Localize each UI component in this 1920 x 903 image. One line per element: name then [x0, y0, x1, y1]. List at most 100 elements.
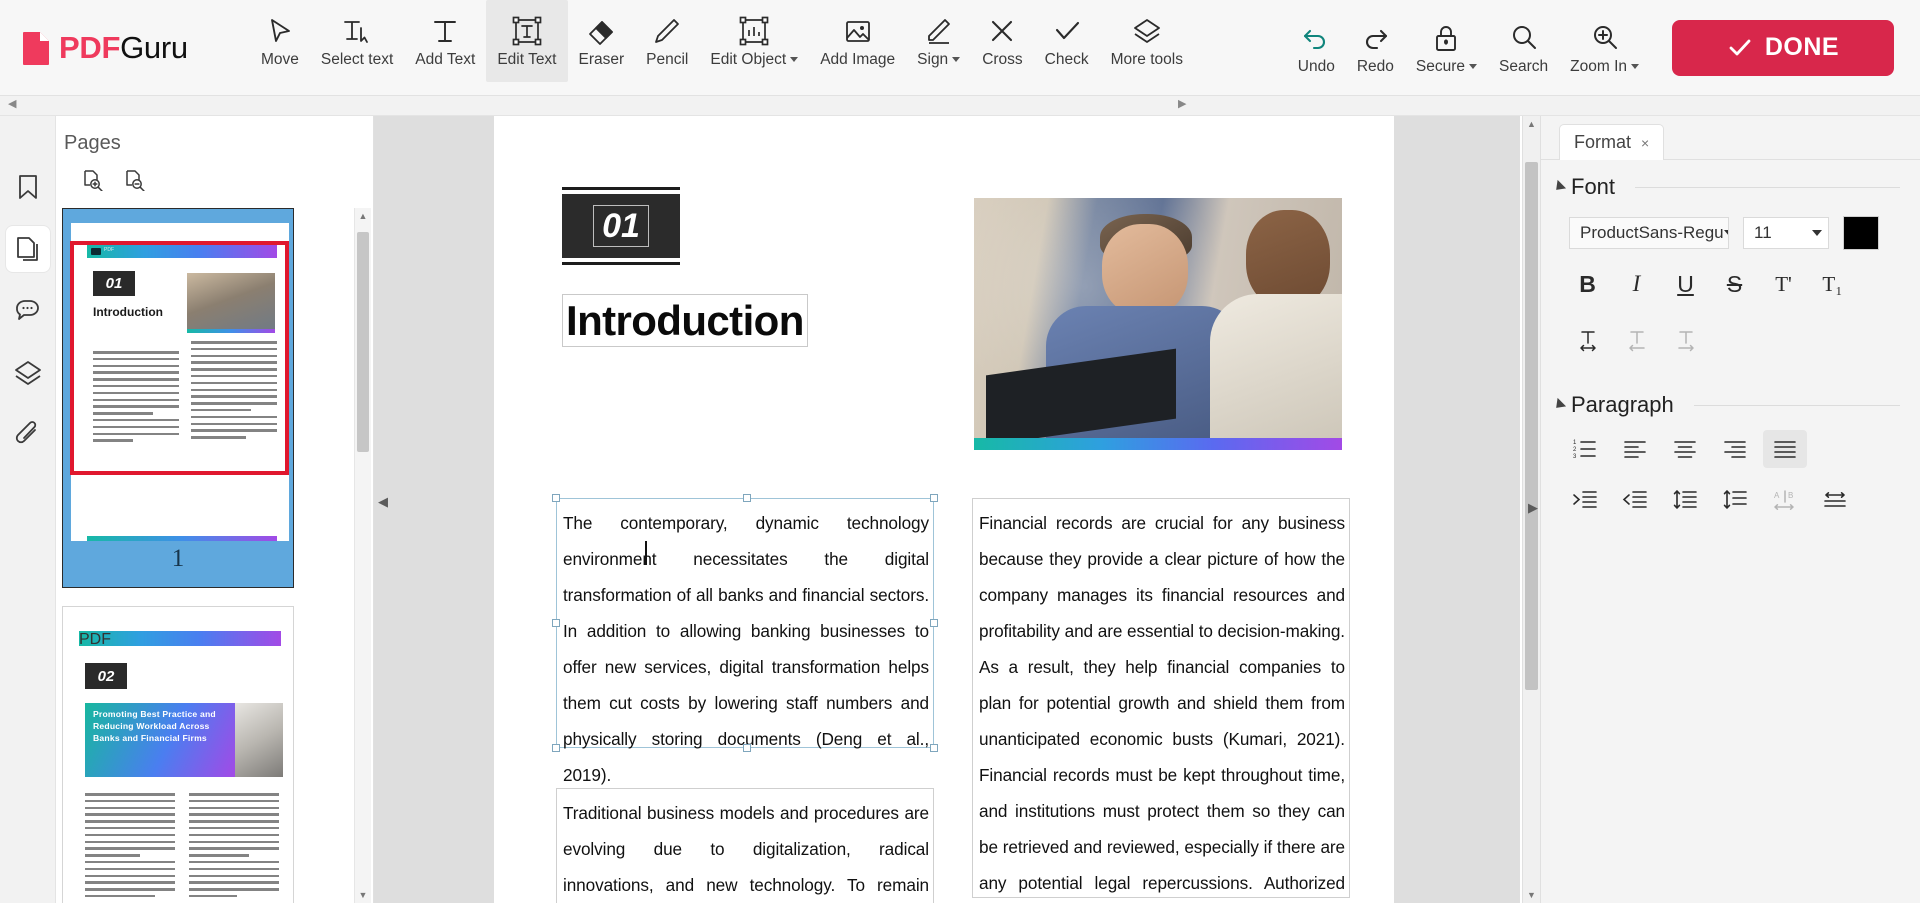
- thumbnail-heading: Introduction: [93, 305, 163, 319]
- font-color-swatch[interactable]: [1843, 216, 1879, 250]
- underline-button[interactable]: U: [1661, 262, 1710, 306]
- tool-edit-object[interactable]: Edit Object: [699, 0, 809, 82]
- resize-handle-ne[interactable]: [930, 494, 938, 502]
- font-size-select[interactable]: 11: [1743, 217, 1829, 249]
- thumbnail-ribbon: PDF: [79, 631, 281, 646]
- align-left-button[interactable]: [1613, 430, 1657, 468]
- resize-handle-n[interactable]: [743, 494, 751, 502]
- scroll-down-arrow[interactable]: ▼: [355, 887, 371, 903]
- scroll-up-arrow[interactable]: ▲: [355, 208, 371, 224]
- tool-select-text[interactable]: Select text: [310, 0, 404, 82]
- chevron-down-icon[interactable]: [1631, 64, 1639, 69]
- sidebar-item-layers[interactable]: [6, 350, 50, 396]
- collapse-triangle-icon: [1552, 398, 1566, 412]
- document-photo[interactable]: [974, 198, 1342, 450]
- tool-sign[interactable]: Sign: [906, 0, 971, 82]
- tool-secure[interactable]: Secure: [1405, 7, 1488, 89]
- paragraph-indent-buttons: A B: [1541, 468, 1920, 518]
- page-zoom-out-icon[interactable]: [124, 169, 146, 191]
- viewer-collapse-left-arrow[interactable]: ◀: [378, 494, 388, 510]
- chevron-down-icon[interactable]: [790, 57, 798, 62]
- collapse-viewer-arrow[interactable]: ▶: [1178, 97, 1186, 110]
- tool-redo[interactable]: Redo: [1346, 7, 1405, 89]
- numbered-list-button[interactable]: 1 2 3: [1563, 430, 1607, 468]
- font-section-header[interactable]: Font: [1541, 160, 1920, 200]
- document-page[interactable]: 01 Introduction The contemporary, dynami…: [494, 116, 1394, 903]
- tab-format-label: Format: [1574, 132, 1631, 153]
- page-zoom-in-icon[interactable]: [82, 169, 104, 191]
- sidebar-item-comments[interactable]: [6, 288, 50, 334]
- collapse-left-panel-arrow[interactable]: ◀: [8, 97, 16, 110]
- resize-handle-sw[interactable]: [552, 744, 560, 752]
- chevron-down-icon[interactable]: [952, 57, 960, 62]
- svg-text:1: 1: [1573, 440, 1577, 446]
- character-spacing-button[interactable]: [1563, 318, 1612, 362]
- page-thumbnail-list[interactable]: PDF 01 Introduction: [56, 208, 351, 903]
- decrease-indent-button[interactable]: [1613, 480, 1657, 518]
- resize-handle-nw[interactable]: [552, 494, 560, 502]
- increase-indent-button[interactable]: [1563, 480, 1607, 518]
- tool-search[interactable]: Search: [1488, 7, 1559, 89]
- superscript-button[interactable]: T': [1759, 262, 1808, 306]
- close-icon[interactable]: ×: [1641, 135, 1649, 151]
- text-block-left-1[interactable]: The contemporary, dynamic technology env…: [556, 498, 934, 748]
- align-right-button[interactable]: [1713, 430, 1757, 468]
- tool-move-label: Move: [261, 52, 299, 68]
- increase-character-spacing-button[interactable]: [1661, 318, 1710, 362]
- scroll-down-arrow[interactable]: ▼: [1523, 887, 1540, 903]
- tool-more-tools[interactable]: More tools: [1100, 0, 1194, 82]
- text-direction-button[interactable]: A B: [1763, 480, 1807, 518]
- document-section-badge[interactable]: 01: [562, 194, 680, 258]
- viewer-expand-right-arrow[interactable]: ▶: [1528, 500, 1538, 516]
- resize-handle-e[interactable]: [930, 619, 938, 627]
- paragraph-section-header[interactable]: Paragraph: [1541, 362, 1920, 418]
- done-button[interactable]: DONE: [1672, 20, 1894, 76]
- ribbon-label: PDF: [79, 631, 111, 648]
- chevron-down-icon[interactable]: [1469, 64, 1477, 69]
- tool-eraser[interactable]: Eraser: [568, 0, 636, 82]
- word-spacing-button[interactable]: [1813, 480, 1857, 518]
- text-block-right-1[interactable]: Financial records are crucial for any bu…: [972, 498, 1350, 898]
- font-family-select[interactable]: ProductSans-Regu: [1569, 217, 1729, 249]
- thumbnail-page-2[interactable]: PDF 02 Promoting Best Practice and Reduc…: [62, 606, 294, 903]
- align-center-button[interactable]: [1663, 430, 1707, 468]
- strikethrough-button[interactable]: S: [1710, 262, 1759, 306]
- tool-edit-text[interactable]: Edit Text: [486, 0, 567, 82]
- align-justify-button[interactable]: [1763, 430, 1807, 468]
- thumbnail-page-1[interactable]: PDF 01 Introduction: [62, 208, 294, 588]
- sidebar-item-pages[interactable]: [6, 226, 50, 272]
- paragraph-section-title: Paragraph: [1571, 392, 1674, 418]
- app-logo[interactable]: PDFGuru: [0, 30, 250, 66]
- tool-add-image[interactable]: Add Image: [809, 0, 906, 82]
- resize-handle-w[interactable]: [552, 619, 560, 627]
- decrease-character-spacing-button[interactable]: [1612, 318, 1661, 362]
- sidebar-item-attachments[interactable]: [6, 412, 50, 458]
- italic-button[interactable]: I: [1612, 262, 1661, 306]
- document-viewer[interactable]: 01 Introduction The contemporary, dynami…: [374, 116, 1520, 903]
- tool-pencil[interactable]: Pencil: [635, 0, 699, 82]
- tool-cross[interactable]: Cross: [971, 0, 1033, 82]
- tab-format[interactable]: Format ×: [1559, 124, 1664, 160]
- scrollbar-thumb[interactable]: [357, 232, 369, 452]
- resize-handle-s[interactable]: [743, 744, 751, 752]
- line-spacing-button[interactable]: [1663, 480, 1707, 518]
- bold-button[interactable]: B: [1563, 262, 1612, 306]
- document-heading[interactable]: Introduction: [562, 294, 808, 347]
- tool-undo[interactable]: Undo: [1287, 7, 1346, 89]
- sidebar-item-bookmarks[interactable]: [6, 164, 50, 210]
- thumbnail-scrollbar[interactable]: ▲ ▼: [354, 208, 371, 903]
- text-block-left-2[interactable]: Traditional business models and procedur…: [556, 788, 934, 903]
- resize-handle-se[interactable]: [930, 744, 938, 752]
- tool-add-text[interactable]: Add Text: [404, 0, 486, 82]
- tool-check[interactable]: Check: [1034, 0, 1100, 82]
- scrollbar-thumb[interactable]: [1525, 162, 1538, 690]
- scroll-up-arrow[interactable]: ▲: [1523, 116, 1540, 132]
- photo-person1-head: [1102, 224, 1188, 316]
- tool-zoom-in[interactable]: Zoom In: [1559, 7, 1650, 89]
- subscript-button[interactable]: T₁: [1808, 262, 1857, 306]
- tool-move[interactable]: Move: [250, 0, 310, 82]
- pencil-icon: [652, 10, 682, 52]
- paragraph-spacing-button[interactable]: [1713, 480, 1757, 518]
- tool-select-text-label: Select text: [321, 52, 393, 68]
- thumbnail-page-1-wrapper: PDF 01 Introduction: [62, 208, 294, 588]
